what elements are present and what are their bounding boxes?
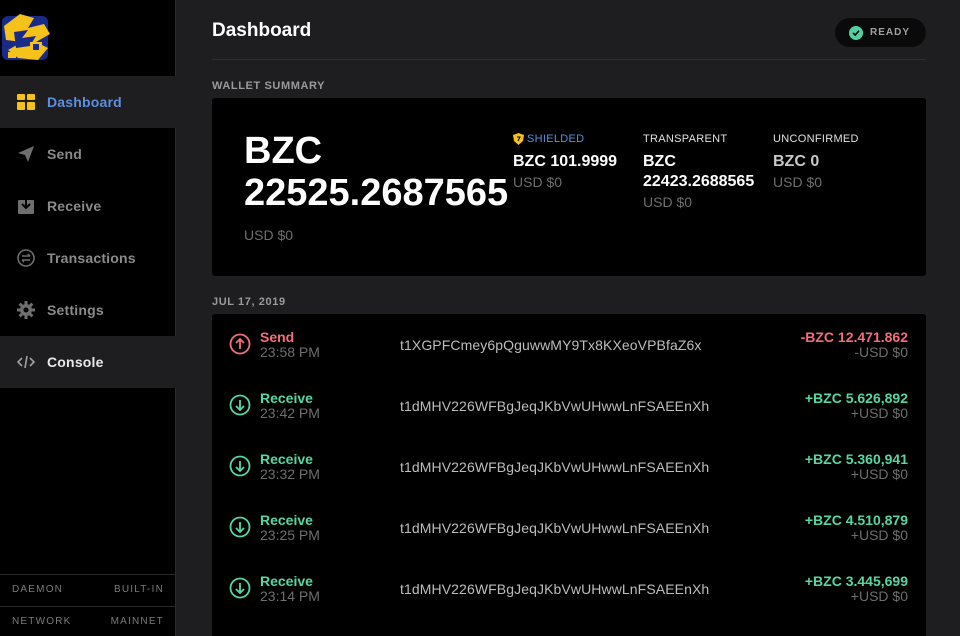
unconfirmed-amount: BZC 0 bbox=[773, 153, 820, 170]
transparent-balance: TRANSPARENT BZC 22423.2688565 USD $0 bbox=[643, 132, 773, 210]
shielded-amount: BZC 101.9999 bbox=[513, 153, 618, 170]
transaction-row[interactable]: Receive 23:42 PM t1dMHV226WFBgJeqJKbVwUH… bbox=[212, 375, 926, 436]
network-value: MAINNET bbox=[110, 616, 164, 627]
shielded-balance: SHIELDED BZC 101.9999 USD $0 bbox=[513, 132, 643, 190]
daemon-status: DAEMON BUILT-IN bbox=[0, 574, 176, 604]
transaction-address: t1dMHV226WFBgJeqJKbVwUHwwLnFSAEEnXh bbox=[400, 459, 710, 475]
transaction-type: Receive bbox=[260, 451, 313, 467]
sidebar: Dashboard Send Receive Transactions Sett… bbox=[0, 0, 176, 636]
transaction-type: Send bbox=[260, 329, 295, 345]
transaction-usd: +USD $0 bbox=[850, 405, 908, 421]
transaction-row[interactable]: Receive 23:25 PM t1dMHV226WFBgJeqJKbVwUH… bbox=[212, 497, 926, 558]
transaction-type: Receive bbox=[260, 512, 313, 528]
sidebar-item-dashboard[interactable]: Dashboard bbox=[0, 76, 176, 128]
sidebar-item-label: Settings bbox=[47, 302, 104, 318]
transaction-time: 23:42 PM bbox=[260, 405, 320, 421]
transaction-address: t1dMHV226WFBgJeqJKbVwUHwwLnFSAEEnXh bbox=[400, 581, 710, 597]
transactions-date-heading: JUL 17, 2019 bbox=[212, 296, 286, 308]
network-status: NETWORK MAINNET bbox=[0, 606, 176, 636]
wallet-summary-heading: WALLET SUMMARY bbox=[212, 80, 326, 92]
transaction-time: 23:14 PM bbox=[260, 588, 320, 604]
daemon-value: BUILT-IN bbox=[114, 584, 164, 595]
exchange-icon bbox=[16, 248, 36, 268]
sidebar-item-settings[interactable]: Settings bbox=[0, 284, 176, 336]
transaction-row[interactable]: Send 23:58 PM t1XGPFCmey6pQguwwMY9Tx8KXe… bbox=[212, 314, 926, 375]
unconfirmed-balance: UNCONFIRMED BZC 0 USD $0 bbox=[773, 132, 903, 190]
transaction-usd: +USD $0 bbox=[850, 466, 908, 482]
sidebar-item-label: Receive bbox=[47, 198, 102, 214]
transactions-list: Send 23:58 PM t1XGPFCmey6pQguwwMY9Tx8KXe… bbox=[212, 314, 926, 636]
transaction-address: t1XGPFCmey6pQguwwMY9Tx8KXeoVPBfaZ6x bbox=[400, 337, 702, 353]
sidebar-item-receive[interactable]: Receive bbox=[0, 180, 176, 232]
wallet-summary-card: BZC 22525.2687565 USD $0 SHIELDED BZC 10… bbox=[212, 98, 926, 276]
arrow-down-circle-icon bbox=[229, 577, 251, 599]
transaction-time: 23:25 PM bbox=[260, 527, 320, 543]
sidebar-item-label: Transactions bbox=[47, 250, 136, 266]
transaction-amount: +BZC 5.360,941 bbox=[804, 451, 908, 467]
page-title: Dashboard bbox=[212, 20, 312, 41]
page-header: Dashboard READY bbox=[212, 0, 926, 60]
transparent-label: TRANSPARENT bbox=[643, 133, 728, 145]
zcash-style-logo-icon[interactable] bbox=[0, 8, 54, 62]
status-badge-label: READY bbox=[869, 27, 910, 38]
transaction-type: Receive bbox=[260, 390, 313, 406]
transaction-amount: +BZC 4.510,879 bbox=[804, 512, 908, 528]
transaction-usd: +USD $0 bbox=[850, 527, 908, 543]
paper-plane-icon bbox=[16, 144, 36, 164]
dashboard-icon bbox=[16, 92, 36, 112]
transaction-row[interactable]: Receive 23:32 PM t1dMHV226WFBgJeqJKbVwUH… bbox=[212, 436, 926, 497]
transaction-type: Receive bbox=[260, 573, 313, 589]
total-balance-usd: USD $0 bbox=[244, 227, 294, 243]
network-label: NETWORK bbox=[12, 616, 72, 627]
transparent-usd: USD $0 bbox=[643, 194, 693, 210]
transaction-amount: -BZC 12.471.862 bbox=[800, 329, 908, 345]
unconfirmed-label: UNCONFIRMED bbox=[773, 133, 859, 145]
sidebar-item-transactions[interactable]: Transactions bbox=[0, 232, 176, 284]
transaction-row[interactable]: Receive 23:14 PM t1dMHV226WFBgJeqJKbVwUH… bbox=[212, 558, 926, 619]
transaction-address: t1dMHV226WFBgJeqJKbVwUHwwLnFSAEEnXh bbox=[400, 398, 710, 414]
transparent-amount: BZC 22423.2688565 bbox=[643, 153, 755, 190]
transaction-usd: +USD $0 bbox=[850, 588, 908, 604]
gear-icon bbox=[16, 300, 36, 320]
transaction-amount: +BZC 3.445,699 bbox=[804, 573, 908, 589]
arrow-down-circle-icon bbox=[229, 455, 251, 477]
transaction-amount: +BZC 5.626,892 bbox=[804, 390, 908, 406]
main-content: Dashboard READY WALLET SUMMARY BZC 22525… bbox=[176, 0, 960, 636]
inbox-download-icon bbox=[16, 196, 36, 216]
sidebar-item-label: Console bbox=[47, 354, 104, 370]
status-badge: READY bbox=[834, 18, 926, 47]
daemon-label: DAEMON bbox=[12, 584, 64, 595]
transaction-time: 23:32 PM bbox=[260, 466, 320, 482]
unconfirmed-usd: USD $0 bbox=[773, 174, 823, 190]
arrow-down-circle-icon bbox=[229, 516, 251, 538]
arrow-up-circle-icon bbox=[229, 333, 251, 355]
transaction-address: t1dMHV226WFBgJeqJKbVwUHwwLnFSAEEnXh bbox=[400, 520, 710, 536]
sidebar-item-send[interactable]: Send bbox=[0, 128, 176, 180]
shielded-usd: USD $0 bbox=[513, 174, 563, 190]
sidebar-nav: Dashboard Send Receive Transactions Sett… bbox=[0, 76, 176, 388]
shield-icon bbox=[513, 133, 524, 145]
shielded-label: SHIELDED bbox=[527, 133, 585, 145]
arrow-down-circle-icon bbox=[229, 394, 251, 416]
code-icon bbox=[16, 352, 36, 372]
transaction-time: 23:58 PM bbox=[260, 344, 320, 360]
check-circle-icon bbox=[848, 25, 863, 40]
sidebar-item-console[interactable]: Console bbox=[0, 336, 176, 388]
transaction-usd: -USD $0 bbox=[854, 344, 908, 360]
sidebar-item-label: Dashboard bbox=[47, 94, 122, 110]
sidebar-item-label: Send bbox=[47, 146, 83, 162]
